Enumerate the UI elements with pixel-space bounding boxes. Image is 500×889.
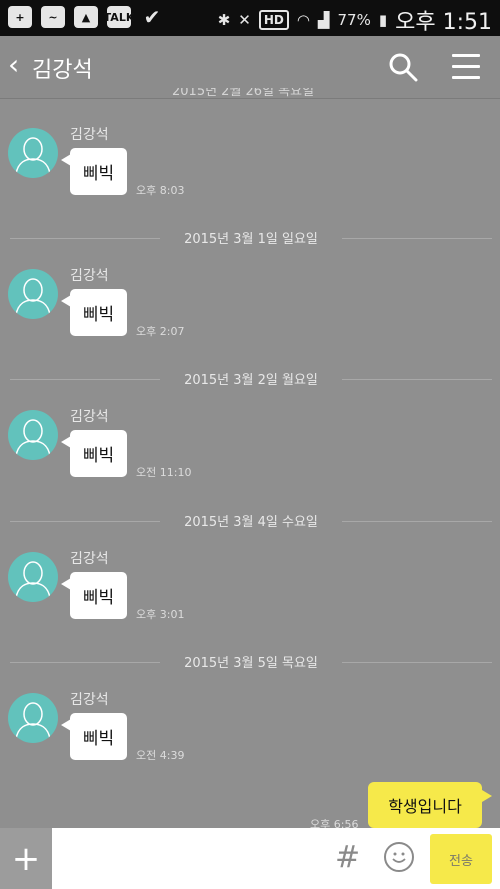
gallery-icon: ▲ xyxy=(74,6,98,28)
avatar[interactable] xyxy=(8,269,58,319)
kakaotalk-icon: TALK xyxy=(104,6,134,28)
back-icon[interactable]: ‹ xyxy=(8,50,19,80)
message-bubble[interactable]: 삐빅 xyxy=(61,148,127,195)
message-row: 김강석 삐빅 오전 11:10 xyxy=(0,409,500,490)
input-bar: + # 전송 xyxy=(0,828,500,889)
date-separator: 2015년 3월 5일 목요일 xyxy=(10,652,492,672)
plus-button[interactable]: + xyxy=(0,828,52,889)
message-bubble[interactable]: 삐빅 xyxy=(61,430,127,477)
sender-name: 김강석 xyxy=(70,551,109,567)
sender-name: 김강석 xyxy=(70,409,109,425)
clock: 오후 1:51 xyxy=(395,10,492,35)
check-icon: ✔ xyxy=(143,5,161,29)
avatar[interactable] xyxy=(8,693,58,743)
hd-voice-icon: HD xyxy=(258,10,289,30)
message-time: 오전 4:39 xyxy=(136,749,185,762)
signal-icon: ▟ xyxy=(317,11,330,29)
search-icon[interactable] xyxy=(388,52,418,82)
date-label: 2015년 3월 5일 목요일 xyxy=(184,656,318,671)
sender-name: 김강석 xyxy=(70,268,109,284)
battery-level: 77% xyxy=(337,11,371,29)
send-button[interactable]: 전송 xyxy=(430,834,492,884)
person-icon xyxy=(15,137,51,175)
message-row: 김강석 삐빅 오후 2:07 xyxy=(0,268,500,349)
message-row: 김강석 삐빅 오후 8:03 xyxy=(0,127,500,208)
plus-app-icon: + xyxy=(8,6,32,28)
date-label: 2015년 3월 4일 수요일 xyxy=(184,515,318,530)
wifi-icon: ◠ xyxy=(296,11,310,29)
avatar[interactable] xyxy=(8,410,58,460)
message-row: 김강석 삐빅 오전 4:39 xyxy=(0,692,500,773)
message-bubble[interactable]: 삐빅 xyxy=(61,289,127,336)
date-separator: 2015년 3월 4일 수요일 xyxy=(10,511,492,531)
sender-name: 김강석 xyxy=(70,692,109,708)
avatar[interactable] xyxy=(8,552,58,602)
system-icons: ✱ ✕ HD ◠ ▟ 77% ▮ 오후 1:51 xyxy=(218,4,492,36)
person-icon xyxy=(15,702,51,740)
sender-name: 김강석 xyxy=(70,127,109,143)
person-icon xyxy=(15,561,51,599)
date-separator: 2015년 3월 2일 월요일 xyxy=(10,369,492,389)
person-icon xyxy=(15,278,51,316)
bluetooth-icon: ✱ xyxy=(217,11,231,29)
emoji-icon[interactable] xyxy=(384,842,414,872)
message-row: 김강석 삐빅 오후 3:01 xyxy=(0,551,500,632)
date-label: 2015년 3월 2일 월요일 xyxy=(184,373,318,388)
notification-icons: + ~ ▲ TALK ✔ xyxy=(8,5,164,29)
message-bubble[interactable]: 삐빅 xyxy=(61,713,127,760)
avatar[interactable] xyxy=(8,128,58,178)
message-bubble[interactable]: 삐빅 xyxy=(61,572,127,619)
hash-icon[interactable]: # xyxy=(335,840,360,875)
menu-icon[interactable] xyxy=(452,54,480,80)
battery-icon: ▮ xyxy=(378,11,388,29)
date-separator: 2015년 3월 1일 일요일 xyxy=(10,228,492,248)
message-time: 오후 2:07 xyxy=(136,325,185,338)
message-time: 오후 3:01 xyxy=(136,608,185,621)
chat-title: 김강석 xyxy=(32,58,93,83)
my-message-bubble[interactable]: 학생입니다 xyxy=(368,782,492,828)
message-time: 오전 11:10 xyxy=(136,466,192,479)
messenger-icon: ~ xyxy=(41,6,65,28)
date-label: 2015년 3월 1일 일요일 xyxy=(184,232,318,247)
message-time: 오후 8:03 xyxy=(136,184,185,197)
mute-icon: ✕ xyxy=(238,11,251,29)
person-icon xyxy=(15,419,51,457)
date-separator-partial: 2015년 2월 26일 목요일 xyxy=(172,88,315,99)
status-bar: + ~ ▲ TALK ✔ ✱ ✕ HD ◠ ▟ 77% ▮ 오후 1:51 xyxy=(0,0,500,36)
message-input[interactable] xyxy=(56,834,330,884)
